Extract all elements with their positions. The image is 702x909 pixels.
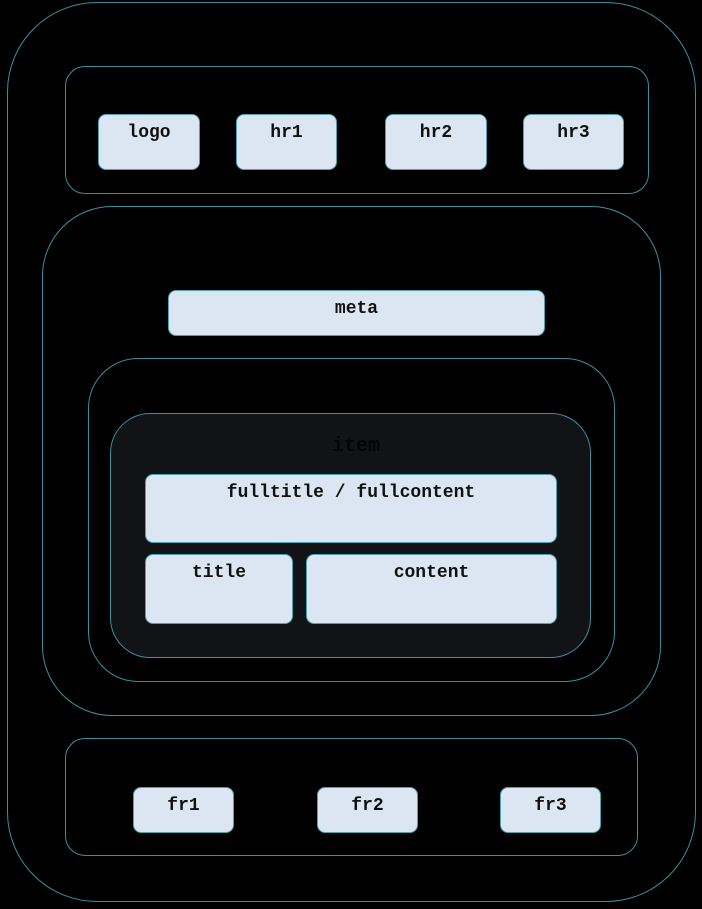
footer-fr2: fr2 bbox=[317, 787, 418, 833]
meta-box: meta bbox=[168, 290, 545, 336]
item-label: item bbox=[331, 435, 380, 458]
title-box: title bbox=[145, 554, 293, 624]
fulltitle-fullcontent-box: fulltitle / fullcontent bbox=[145, 474, 557, 543]
content-box: content bbox=[306, 554, 557, 624]
footer-fr1: fr1 bbox=[133, 787, 234, 833]
header-hr3: hr3 bbox=[523, 114, 624, 170]
header-logo: logo bbox=[98, 114, 200, 170]
header-hr2: hr2 bbox=[385, 114, 487, 170]
header-hr1: hr1 bbox=[236, 114, 337, 170]
footer-fr3: fr3 bbox=[500, 787, 601, 833]
